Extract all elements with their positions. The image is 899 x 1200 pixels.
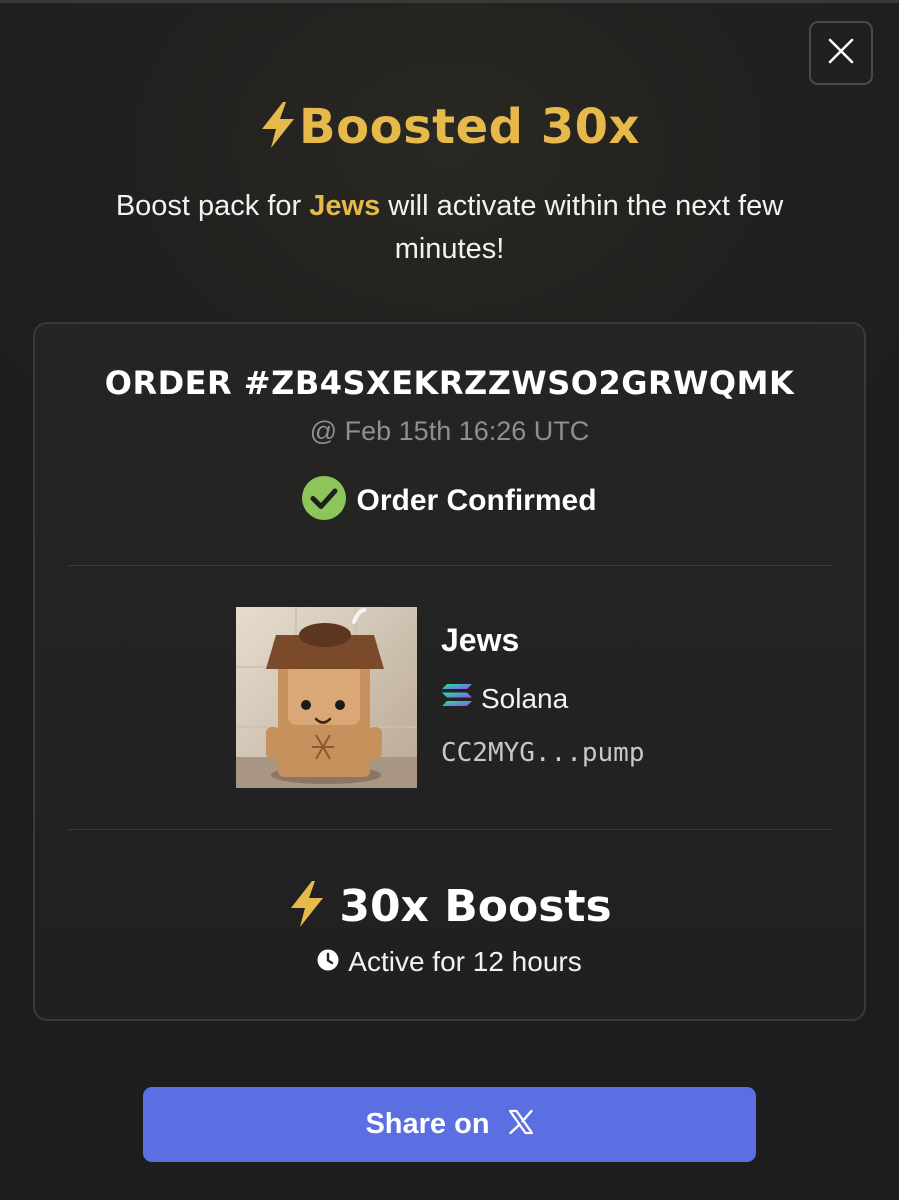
token-chain: Solana — [441, 682, 568, 715]
divider — [68, 829, 833, 830]
solana-icon — [441, 682, 473, 715]
token-image — [236, 607, 417, 788]
subtitle-token-name: Jews — [309, 190, 381, 222]
close-icon — [827, 37, 855, 70]
boost-duration-label: Active for 12 hours — [348, 946, 582, 977]
page-title: Boosted 30x — [0, 99, 899, 155]
order-status-label: Order Confirmed — [356, 483, 597, 517]
boost-count-label: 30x Boosts — [339, 881, 612, 932]
boost-duration: Active for 12 hours — [35, 946, 864, 978]
x-logo-icon — [508, 1109, 534, 1140]
lightning-icon — [259, 99, 299, 155]
check-circle-icon — [302, 476, 347, 525]
order-status: Order Confirmed — [35, 476, 864, 525]
close-button[interactable] — [809, 21, 873, 85]
order-timestamp: @ Feb 15th 16:26 UTC — [309, 416, 590, 446]
activation-message: Boost pack for Jews will activate within… — [60, 185, 839, 271]
share-on-x-button[interactable]: Share on — [143, 1087, 756, 1162]
title-text: Boosted 30x — [299, 99, 640, 155]
clock-icon — [317, 946, 339, 978]
token-address[interactable]: CC2MYG...pump — [441, 738, 645, 768]
share-button-label: Share on — [365, 1108, 490, 1140]
order-card: ORDER #ZB4SXEKRZZWSO2GRWQMK @ Feb 15th 1… — [33, 322, 866, 1021]
divider — [68, 565, 833, 566]
boost-confirmation-modal: Boosted 30x Boost pack for Jews will act… — [0, 0, 899, 1200]
boost-summary: 30x Boosts — [35, 880, 864, 933]
token-name: Jews — [441, 622, 520, 658]
lightning-icon — [287, 880, 327, 933]
subtitle-text-end: will activate within the next few minute… — [380, 190, 784, 265]
token-chain-label: Solana — [481, 682, 569, 714]
subtitle-text: Boost pack for — [115, 190, 310, 222]
order-number: ORDER #ZB4SXEKRZZWSO2GRWQMK — [104, 364, 795, 402]
